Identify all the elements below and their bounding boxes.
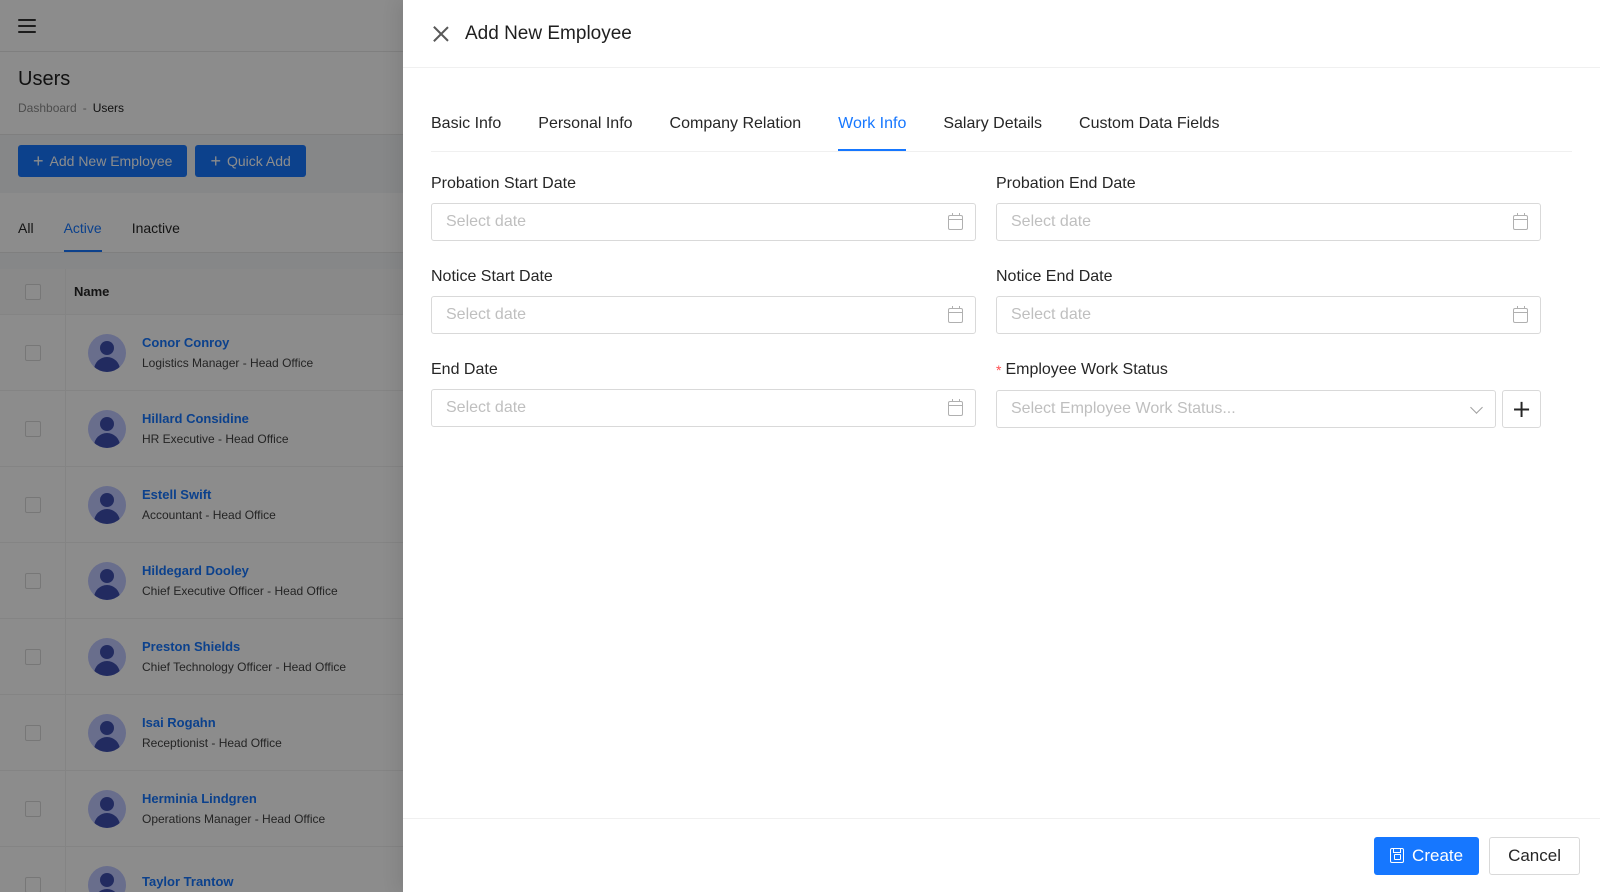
select-placeholder: Select Employee Work Status... (1011, 400, 1236, 417)
drawer-header: Add New Employee (403, 0, 1600, 68)
tab-work-info[interactable]: Work Info (838, 115, 907, 151)
work-status-select[interactable]: Select Employee Work Status... (996, 390, 1496, 428)
work-status-field: * Employee Work Status Select Employee W… (996, 358, 1541, 428)
date-placeholder: Select date (446, 399, 527, 416)
end-date-label: End Date (431, 360, 498, 378)
tab-salary-details[interactable]: Salary Details (943, 115, 1042, 151)
drawer-title: Add New Employee (465, 22, 632, 44)
work-status-label: * Employee Work Status (996, 358, 1541, 381)
end-date-field: End Date Select date (431, 358, 976, 428)
end-date-picker[interactable]: Select date (431, 389, 976, 427)
tab-basic-info[interactable]: Basic Info (431, 115, 501, 151)
tab-custom-data-fields[interactable]: Custom Data Fields (1079, 115, 1220, 151)
calendar-icon (948, 305, 963, 323)
create-label: Create (1412, 845, 1464, 865)
tab-personal-info[interactable]: Personal Info (538, 115, 632, 151)
create-button[interactable]: Create (1374, 836, 1480, 875)
notice-start-field: Notice Start Date Select date (431, 265, 976, 334)
probation-end-date-picker[interactable]: Select date (996, 203, 1541, 241)
tab-company-relation[interactable]: Company Relation (670, 115, 802, 151)
save-icon (1390, 848, 1405, 863)
date-placeholder: Select date (446, 306, 527, 323)
work-info-form: Probation Start Date Select date Probati… (431, 172, 1572, 452)
date-placeholder: Select date (446, 213, 527, 230)
probation-end-field: Probation End Date Select date (996, 172, 1541, 241)
drawer-body: Basic Info Personal Info Company Relatio… (403, 68, 1600, 452)
work-status-label-text: Employee Work Status (1005, 360, 1168, 378)
notice-end-label: Notice End Date (996, 267, 1113, 285)
calendar-icon (1513, 305, 1528, 323)
notice-start-label: Notice Start Date (431, 267, 553, 285)
form-tabs: Basic Info Personal Info Company Relatio… (431, 68, 1572, 152)
add-work-status-button[interactable]: + (1502, 390, 1541, 428)
probation-start-label: Probation Start Date (431, 174, 576, 192)
notice-start-date-picker[interactable]: Select date (431, 296, 976, 334)
date-placeholder: Select date (1011, 213, 1092, 230)
probation-start-field: Probation Start Date Select date (431, 172, 976, 241)
calendar-icon (948, 212, 963, 230)
add-employee-drawer: Add New Employee Basic Info Personal Inf… (403, 0, 1600, 892)
cancel-button[interactable]: Cancel (1489, 836, 1580, 875)
close-icon[interactable] (431, 24, 451, 44)
calendar-icon (948, 398, 963, 416)
notice-end-field: Notice End Date Select date (996, 265, 1541, 334)
chevron-down-icon (1470, 400, 1483, 414)
modal-overlay[interactable] (0, 0, 403, 892)
probation-start-date-picker[interactable]: Select date (431, 203, 976, 241)
probation-end-label: Probation End Date (996, 174, 1136, 192)
date-placeholder: Select date (1011, 306, 1092, 323)
calendar-icon (1513, 212, 1528, 230)
drawer-footer: Create Cancel (403, 818, 1600, 892)
required-asterisk: * (996, 361, 1002, 378)
notice-end-date-picker[interactable]: Select date (996, 296, 1541, 334)
